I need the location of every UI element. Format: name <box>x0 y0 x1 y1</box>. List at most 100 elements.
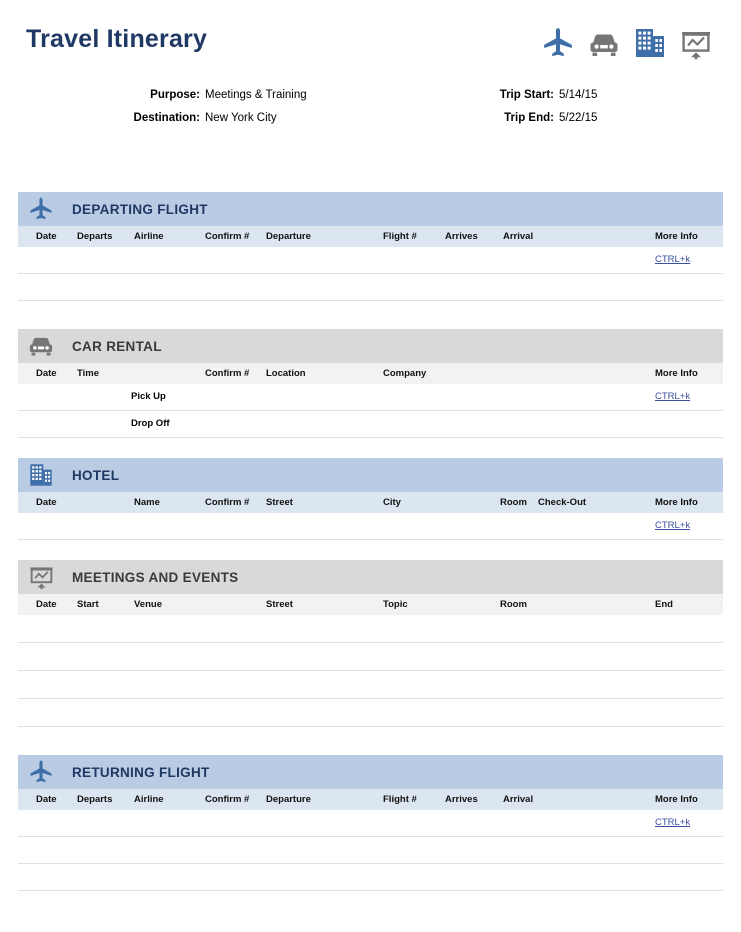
header-icon-group <box>541 26 713 65</box>
column-header-more-info: More Info <box>655 368 698 379</box>
column-header-airline: Airline <box>134 231 164 242</box>
more-info-link[interactable]: CTRL+k <box>655 817 690 828</box>
document-header: Travel Itinerary <box>18 0 723 84</box>
column-header-more-info: More Info <box>655 497 698 508</box>
table-row[interactable] <box>18 699 723 727</box>
table-row[interactable]: CTRL+k <box>18 247 723 274</box>
presentation-chart-icon <box>679 28 713 65</box>
returning-flight-column-headers: Date Departs Airline Confirm # Departure… <box>18 789 723 810</box>
column-header-date: Date <box>36 599 57 610</box>
column-header-arrival: Arrival <box>503 794 534 805</box>
table-row[interactable]: CTRL+k <box>18 810 723 837</box>
airplane-icon <box>541 26 575 65</box>
column-header-arrival: Arrival <box>503 231 534 242</box>
column-header-more-info: More Info <box>655 794 698 805</box>
table-row[interactable]: CTRL+k <box>18 513 723 540</box>
car-rental-column-headers: Date Time Confirm # Location Company Mor… <box>18 363 723 384</box>
hotel-band: HOTEL <box>18 458 723 492</box>
table-row[interactable]: Drop Off <box>18 411 723 438</box>
car-icon <box>26 334 56 359</box>
column-header-topic: Topic <box>383 599 408 610</box>
table-row[interactable] <box>18 615 723 643</box>
departing-flight-column-headers: Date Departs Airline Confirm # Departure… <box>18 226 723 247</box>
column-header-street: Street <box>266 497 293 508</box>
table-row[interactable] <box>18 864 723 891</box>
column-header-departure: Departure <box>266 231 311 242</box>
meetings-rows <box>18 615 723 727</box>
meta-row-destination: Destination: New York City Trip End: 5/22/… <box>18 107 723 130</box>
airplane-icon <box>26 196 56 222</box>
trip-end-label: Trip End: <box>504 112 554 124</box>
car-rental-rows: Pick Up CTRL+k Drop Off <box>18 384 723 438</box>
car-rental-band: CAR RENTAL <box>18 329 723 363</box>
section-hotel: HOTEL Date Name Confirm # Street City Ro… <box>18 458 723 540</box>
purpose-value: Meetings & Training <box>205 89 307 101</box>
pickup-label: Pick Up <box>131 391 166 402</box>
trip-end-value: 5/22/15 <box>559 112 598 124</box>
trip-meta: Purpose: Meetings & Training Trip Start: 5… <box>18 84 723 146</box>
meta-row-purpose: Purpose: Meetings & Training Trip Start: 5… <box>18 84 723 107</box>
table-row[interactable] <box>18 837 723 864</box>
more-info-link[interactable]: CTRL+k <box>655 391 690 402</box>
column-header-arrives: Arrives <box>445 794 478 805</box>
column-header-start: Start <box>77 599 99 610</box>
building-icon <box>26 462 56 488</box>
meetings-title: MEETINGS AND EVENTS <box>72 569 239 585</box>
table-row[interactable] <box>18 643 723 671</box>
building-icon <box>633 26 667 65</box>
trip-end-field: Trip End: 5/22/15 <box>418 107 718 130</box>
hotel-title: HOTEL <box>72 467 120 483</box>
column-header-departs: Departs <box>77 231 113 242</box>
trip-start-label: Trip Start: <box>499 89 554 101</box>
section-meetings-and-events: MEETINGS AND EVENTS Date Start Venue Str… <box>18 560 723 727</box>
more-info-link[interactable]: CTRL+k <box>655 520 690 531</box>
returning-flight-title: RETURNING FLIGHT <box>72 764 210 780</box>
section-returning-flight: RETURNING FLIGHT Date Departs Airline Co… <box>18 755 723 891</box>
column-header-more-info: More Info <box>655 231 698 242</box>
destination-field: Destination: New York City <box>18 107 418 130</box>
column-header-airline: Airline <box>134 794 164 805</box>
car-icon <box>587 30 621 65</box>
column-header-date: Date <box>36 368 57 379</box>
departing-flight-band: DEPARTING FLIGHT <box>18 192 723 226</box>
section-car-rental: CAR RENTAL Date Time Confirm # Location … <box>18 329 723 438</box>
table-row[interactable] <box>18 274 723 301</box>
column-header-room: Room <box>500 497 527 508</box>
purpose-field: Purpose: Meetings & Training <box>18 84 418 107</box>
more-info-link[interactable]: CTRL+k <box>655 254 690 265</box>
column-header-confirm: Confirm # <box>205 231 250 242</box>
presentation-chart-icon <box>26 564 56 590</box>
car-rental-title: CAR RENTAL <box>72 338 162 354</box>
column-header-room: Room <box>500 599 527 610</box>
trip-start-value: 5/14/15 <box>559 89 598 101</box>
destination-label: Destination: <box>133 112 200 124</box>
travel-itinerary-page: Travel Itinerary Purpose: Meetings & Tra… <box>0 0 741 932</box>
departing-flight-title: DEPARTING FLIGHT <box>72 201 208 217</box>
table-row[interactable] <box>18 671 723 699</box>
column-header-departs: Departs <box>77 794 113 805</box>
column-header-name: Name <box>134 497 160 508</box>
returning-flight-rows: CTRL+k <box>18 810 723 891</box>
column-header-city: City <box>383 497 401 508</box>
column-header-check-out: Check-Out <box>538 497 587 508</box>
hotel-rows: CTRL+k <box>18 513 723 540</box>
column-header-date: Date <box>36 231 57 242</box>
table-row[interactable]: Pick Up CTRL+k <box>18 384 723 411</box>
column-header-departure: Departure <box>266 794 311 805</box>
column-header-arrives: Arrives <box>445 231 478 242</box>
dropoff-label: Drop Off <box>131 418 170 429</box>
column-header-confirm: Confirm # <box>205 368 250 379</box>
meetings-band: MEETINGS AND EVENTS <box>18 560 723 594</box>
column-header-venue: Venue <box>134 599 162 610</box>
hotel-column-headers: Date Name Confirm # Street City Room Che… <box>18 492 723 513</box>
column-header-time: Time <box>77 368 100 379</box>
column-header-end: End <box>655 599 673 610</box>
column-header-confirm: Confirm # <box>205 497 250 508</box>
section-departing-flight: DEPARTING FLIGHT Date Departs Airline Co… <box>18 192 723 301</box>
returning-flight-band: RETURNING FLIGHT <box>18 755 723 789</box>
